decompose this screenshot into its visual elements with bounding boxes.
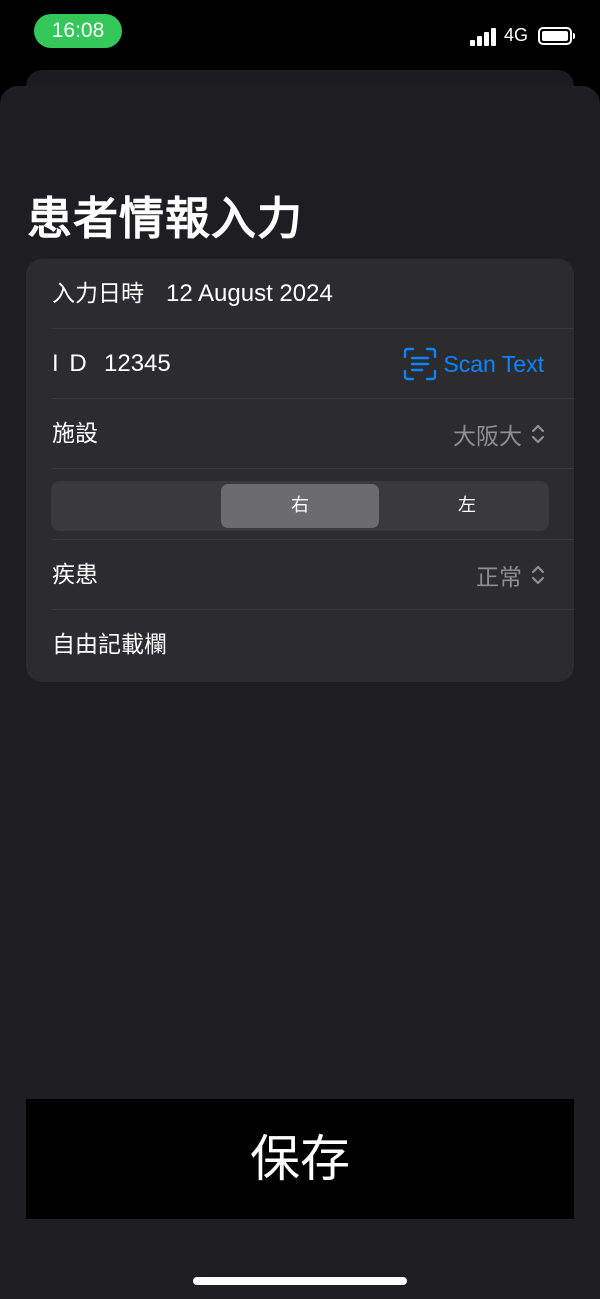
page-title: 患者情報入力	[27, 192, 304, 245]
battery-icon	[538, 27, 575, 45]
scan-text-button[interactable]: Scan Text	[403, 329, 544, 399]
disease-row[interactable]: 疾患 正常	[26, 540, 574, 610]
patient-form: 入力日時 12 August 2024 I D 12345 Scan Text …	[26, 259, 574, 682]
id-field[interactable]: 12345	[104, 329, 171, 399]
segment-blank[interactable]	[54, 484, 212, 528]
id-row: I D 12345 Scan Text	[26, 329, 574, 399]
disease-picker[interactable]: 正常	[476, 540, 546, 610]
signal-icon	[470, 28, 498, 46]
scan-text-label: Scan Text	[443, 350, 544, 377]
status-time: 16:08	[34, 14, 122, 48]
id-label: I D	[52, 350, 89, 377]
facility-label: 施設	[52, 421, 98, 447]
notes-row[interactable]: 自由記載欄	[26, 610, 574, 680]
date-value[interactable]: 12 August 2024	[166, 259, 333, 329]
segment-left[interactable]: 左	[388, 484, 546, 528]
home-indicator	[193, 1277, 407, 1285]
chevron-updown-icon	[531, 424, 545, 444]
disease-label: 疾患	[52, 562, 98, 588]
side-segmented-control[interactable]: 右 左	[51, 481, 549, 531]
scan-text-icon	[404, 347, 437, 381]
status-bar: 16:08 4G	[0, 0, 600, 70]
facility-row[interactable]: 施設 大阪大	[26, 399, 574, 469]
network-type: 4G	[504, 25, 529, 45]
save-button[interactable]: 保存	[26, 1099, 574, 1219]
facility-value: 大阪大	[453, 424, 522, 450]
segment-right[interactable]: 右	[221, 484, 379, 528]
date-label: 入力日時	[52, 281, 144, 307]
date-row[interactable]: 入力日時 12 August 2024	[26, 259, 574, 329]
facility-picker[interactable]: 大阪大	[453, 399, 546, 469]
notes-field[interactable]: 自由記載欄	[52, 610, 167, 680]
chevron-updown-icon	[531, 565, 545, 585]
disease-value: 正常	[476, 565, 522, 591]
